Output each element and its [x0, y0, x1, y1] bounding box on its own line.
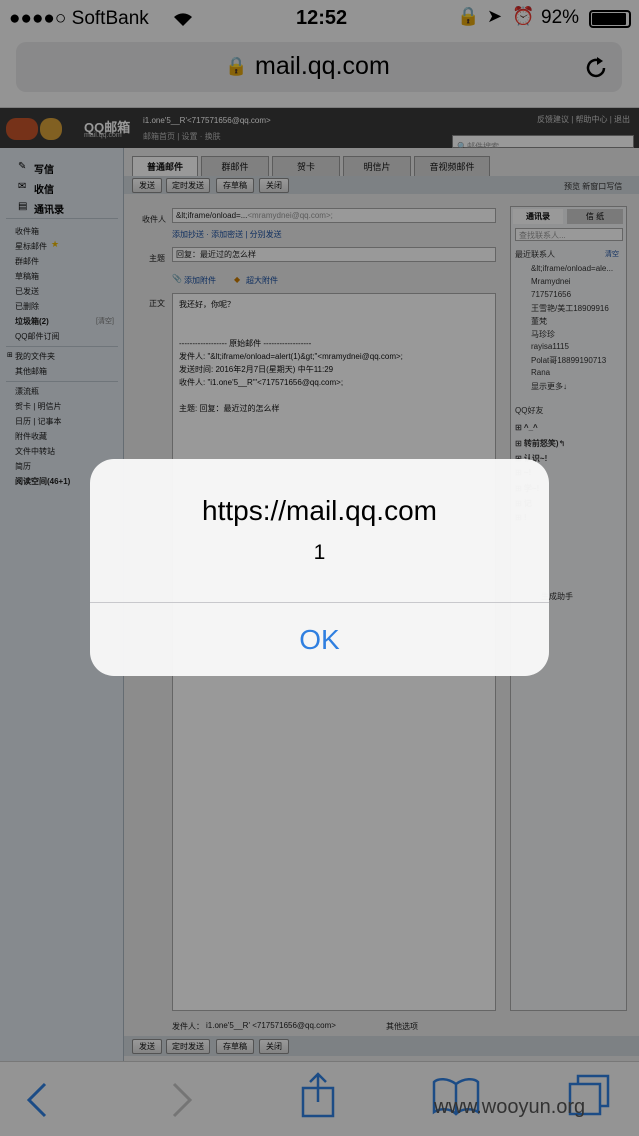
alert-title: https://mail.qq.com	[202, 495, 437, 526]
ok-button[interactable]: OK	[90, 603, 549, 676]
alert-dialog: https://mail.qq.com 1 OK	[90, 459, 549, 676]
alert-message: 1	[313, 541, 326, 564]
